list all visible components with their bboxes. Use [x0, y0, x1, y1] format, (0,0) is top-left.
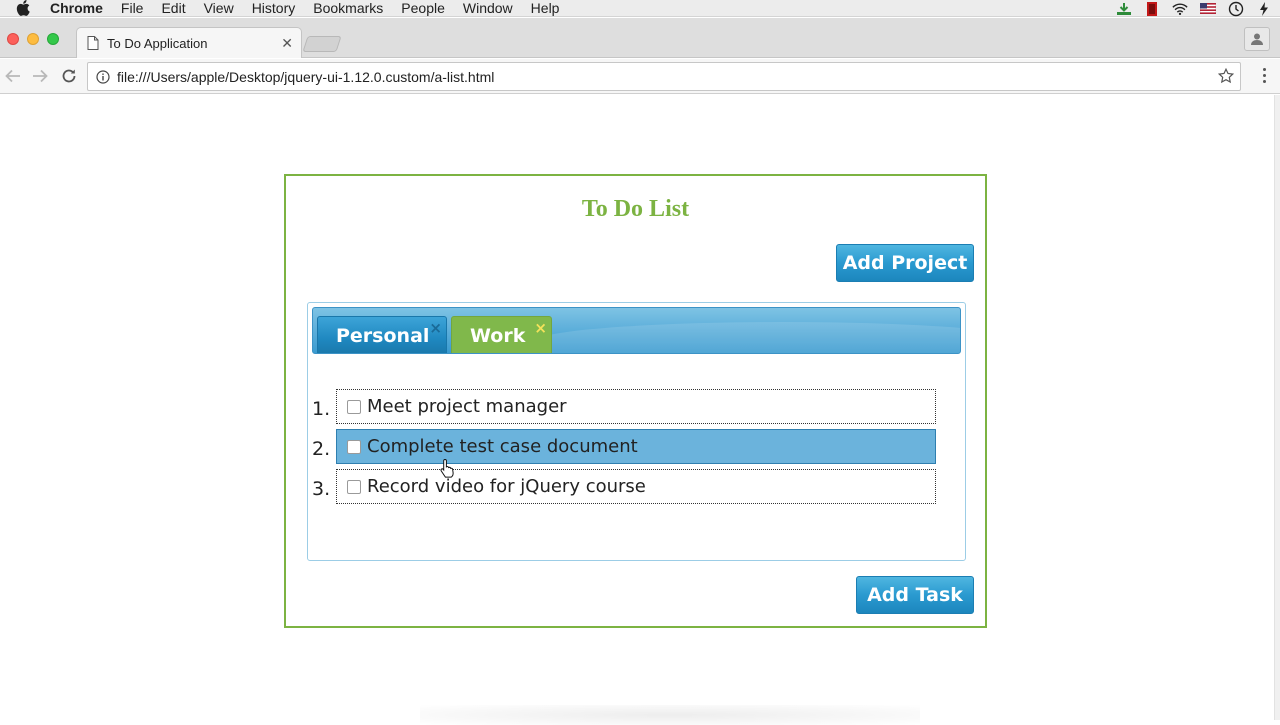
task-text: Record video for jQuery course	[367, 476, 646, 497]
new-tab-button[interactable]	[302, 36, 342, 52]
task-row[interactable]: Meet project manager	[336, 389, 936, 424]
browser-toolbar: file:///Users/apple/Desktop/jquery-ui-1.…	[0, 59, 1280, 94]
list-item[interactable]: 3. Record video for jQuery course	[308, 469, 948, 509]
tab-personal-label: Personal	[336, 324, 430, 347]
info-icon[interactable]	[96, 69, 110, 84]
close-tab-icon[interactable]: ✕	[281, 35, 293, 52]
task-row[interactable]: Record video for jQuery course	[336, 469, 936, 504]
menu-chrome[interactable]: Chrome	[50, 0, 103, 16]
task-number: 3.	[312, 478, 331, 500]
hand-cursor-icon	[440, 458, 456, 483]
wifi-icon[interactable]	[1172, 2, 1188, 16]
menu-help[interactable]: Help	[531, 0, 560, 16]
clock-icon[interactable]	[1228, 1, 1244, 16]
menu-edit[interactable]: Edit	[161, 0, 185, 16]
task-row-selected[interactable]: Complete test case document	[336, 429, 936, 464]
document-icon	[87, 36, 99, 50]
page-scrollbar[interactable]	[1274, 95, 1280, 720]
forward-arrow-icon[interactable]	[31, 67, 49, 85]
status-tray	[1116, 0, 1272, 17]
close-personal-tab-icon[interactable]: ×	[429, 319, 442, 337]
menu-people[interactable]: People	[401, 0, 445, 16]
bookmark-star-icon[interactable]	[1218, 68, 1234, 84]
add-project-button[interactable]: Add Project	[836, 244, 974, 282]
address-bar[interactable]: file:///Users/apple/Desktop/jquery-ui-1.…	[87, 62, 1241, 91]
browser-tab[interactable]: To Do Application ✕	[76, 27, 302, 58]
back-arrow-icon[interactable]	[4, 67, 22, 85]
tab-title: To Do Application	[107, 35, 208, 51]
add-task-button[interactable]: Add Task	[856, 576, 974, 614]
reload-icon[interactable]	[60, 67, 78, 85]
tab-work-label: Work	[470, 324, 526, 347]
window-controls	[7, 33, 59, 45]
task-checkbox[interactable]	[347, 439, 361, 454]
person-icon	[1251, 33, 1263, 45]
close-work-tab-icon[interactable]: ×	[534, 319, 547, 337]
project-tabs: Personal × Work × 1. Meet project manage…	[307, 302, 966, 561]
page-shadow	[420, 705, 920, 725]
apple-icon[interactable]	[16, 0, 36, 16]
task-number: 2.	[312, 438, 331, 460]
page-title: To Do List	[581, 196, 690, 222]
task-text: Meet project manager	[367, 396, 567, 417]
bolt-icon[interactable]	[1256, 1, 1272, 16]
tab-personal[interactable]: Personal ×	[317, 316, 447, 353]
chrome-menu-icon[interactable]	[1263, 68, 1266, 83]
profile-button[interactable]	[1244, 27, 1270, 51]
download-icon[interactable]	[1116, 2, 1132, 16]
list-item[interactable]: 1. Meet project manager	[308, 389, 948, 429]
list-item[interactable]: 2. Complete test case document	[308, 429, 948, 469]
recording-icon[interactable]	[1144, 1, 1160, 16]
page-content: To Do List Add Project Personal × Work ×…	[0, 95, 1274, 725]
zoom-window-button[interactable]	[47, 33, 59, 45]
task-text: Complete test case document	[367, 436, 638, 457]
us-flag-icon[interactable]	[1200, 2, 1216, 16]
tab-work[interactable]: Work ×	[451, 316, 552, 353]
task-number: 1.	[312, 398, 331, 420]
task-checkbox[interactable]	[347, 479, 361, 494]
task-checkbox[interactable]	[347, 399, 361, 414]
menu-window[interactable]: Window	[463, 0, 513, 16]
menu-view[interactable]: View	[204, 0, 234, 16]
browser-tabstrip: To Do Application ✕	[0, 18, 1280, 58]
url-text: file:///Users/apple/Desktop/jquery-ui-1.…	[117, 68, 495, 85]
tabs-nav-bar: Personal × Work ×	[312, 307, 961, 354]
minimize-window-button[interactable]	[27, 33, 39, 45]
macos-menubar: Chrome File Edit View History Bookmarks …	[0, 0, 1280, 17]
menu-history[interactable]: History	[252, 0, 296, 16]
menu-bookmarks[interactable]: Bookmarks	[313, 0, 383, 16]
menu-file[interactable]: File	[121, 0, 144, 16]
todo-app-container: To Do List Add Project Personal × Work ×…	[284, 174, 987, 628]
close-window-button[interactable]	[7, 33, 19, 45]
